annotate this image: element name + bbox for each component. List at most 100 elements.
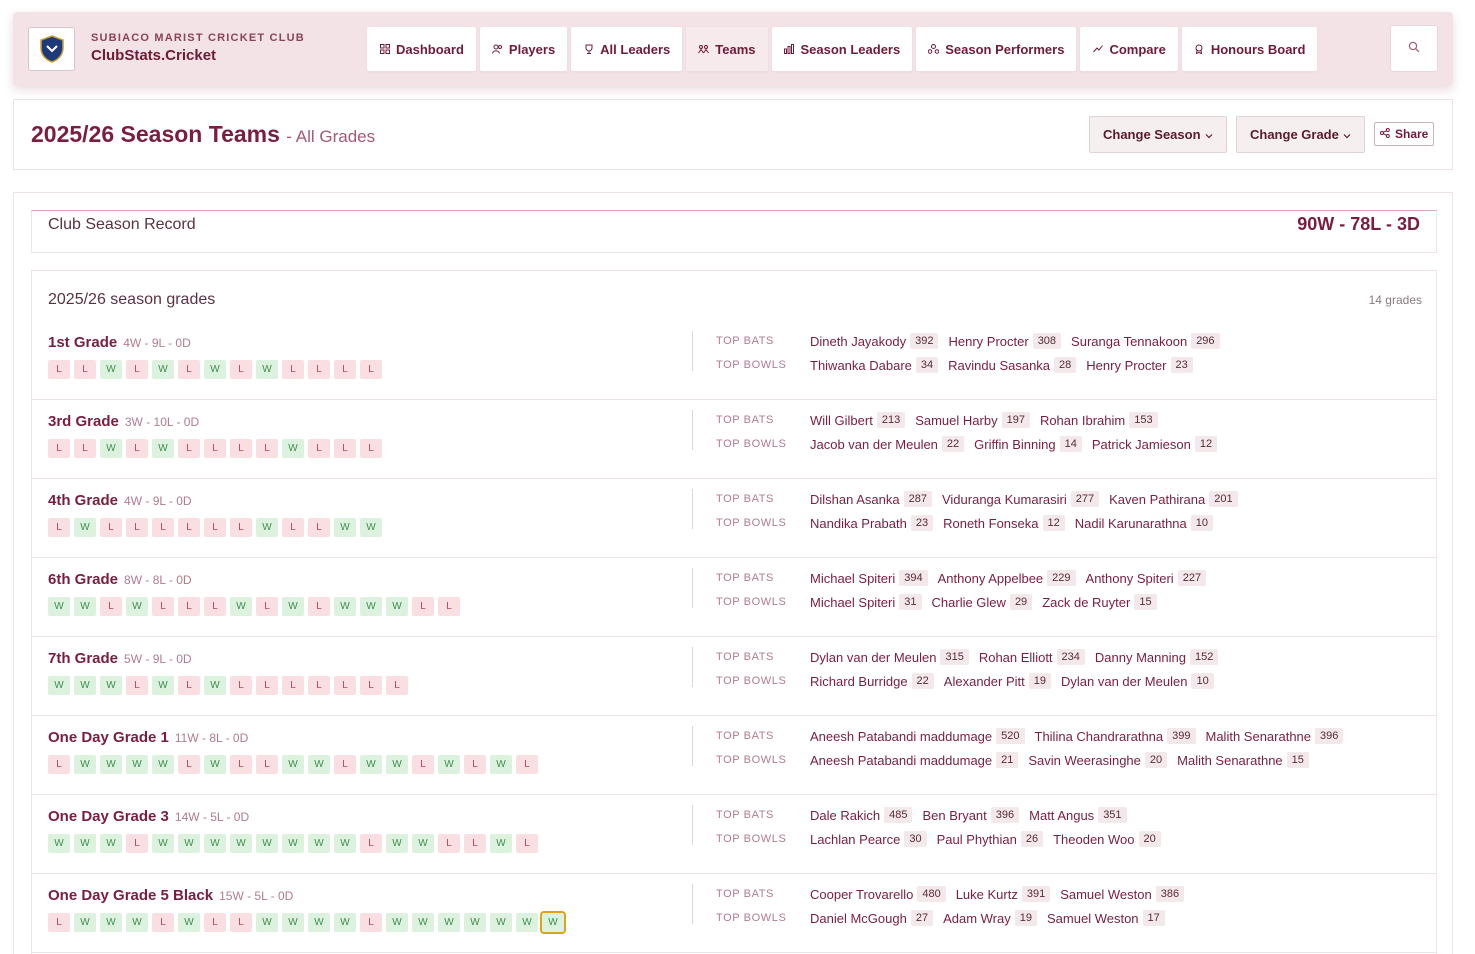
result-win-chip[interactable]: W — [100, 913, 122, 932]
player-name-link[interactable]: Zack de Ruyter — [1042, 595, 1130, 610]
result-win-chip[interactable]: W — [308, 755, 330, 774]
result-loss-chip[interactable]: L — [230, 913, 252, 932]
result-loss-chip[interactable]: L — [230, 755, 252, 774]
result-loss-chip[interactable]: L — [204, 439, 226, 458]
result-win-chip[interactable]: W — [334, 597, 356, 616]
result-win-chip[interactable]: W — [386, 597, 408, 616]
result-loss-chip[interactable]: L — [74, 439, 96, 458]
player-name-link[interactable]: Savin Weerasinghe — [1028, 753, 1141, 768]
result-loss-chip[interactable]: L — [204, 518, 226, 537]
result-win-chip[interactable]: W — [126, 597, 148, 616]
result-win-chip[interactable]: W — [490, 834, 512, 853]
change-season-button[interactable]: Change Season — [1089, 116, 1227, 153]
result-loss-chip[interactable]: L — [178, 360, 200, 379]
result-loss-chip[interactable]: L — [230, 676, 252, 695]
result-loss-chip[interactable]: L — [464, 755, 486, 774]
result-loss-chip[interactable]: L — [308, 676, 330, 695]
result-loss-chip[interactable]: L — [48, 913, 70, 932]
result-win-chip[interactable]: W — [256, 360, 278, 379]
result-loss-chip[interactable]: L — [438, 597, 460, 616]
result-win-chip[interactable]: W — [334, 834, 356, 853]
player-name-link[interactable]: Daniel McGough — [810, 911, 907, 926]
result-win-chip[interactable]: W — [334, 913, 356, 932]
nav-players[interactable]: Players — [479, 27, 568, 71]
result-win-chip[interactable]: W — [282, 439, 304, 458]
result-loss-chip[interactable]: L — [152, 518, 174, 537]
player-name-link[interactable]: Paul Phythian — [937, 832, 1017, 847]
grade-name[interactable]: 7th Grade 5W - 9L - 0D — [48, 650, 192, 667]
nav-teams[interactable]: Teams — [686, 27, 768, 71]
grade-name[interactable]: 1st Grade 4W - 9L - 0D — [48, 334, 191, 351]
result-loss-chip[interactable]: L — [204, 597, 226, 616]
result-win-chip[interactable]: W — [360, 755, 382, 774]
result-loss-chip[interactable]: L — [178, 518, 200, 537]
result-loss-chip[interactable]: L — [256, 676, 278, 695]
result-loss-chip[interactable]: L — [126, 518, 148, 537]
result-win-chip[interactable]: W — [256, 913, 278, 932]
result-win-chip[interactable]: W — [282, 755, 304, 774]
player-name-link[interactable]: Thilina Chandrarathna — [1035, 729, 1164, 744]
nav-honours-board[interactable]: Honours Board — [1181, 27, 1318, 71]
result-loss-chip[interactable]: L — [412, 597, 434, 616]
player-name-link[interactable]: Lachlan Pearce — [810, 832, 900, 847]
result-loss-chip[interactable]: L — [126, 676, 148, 695]
result-loss-chip[interactable]: L — [360, 834, 382, 853]
result-loss-chip[interactable]: L — [464, 834, 486, 853]
result-win-chip[interactable]: W — [386, 834, 408, 853]
result-win-chip[interactable]: W — [74, 913, 96, 932]
player-name-link[interactable]: Luke Kurtz — [956, 887, 1018, 902]
result-win-chip[interactable]: W — [152, 755, 174, 774]
result-win-chip[interactable]: W — [308, 913, 330, 932]
result-win-chip[interactable]: W — [126, 913, 148, 932]
result-loss-chip[interactable]: L — [360, 913, 382, 932]
result-win-chip[interactable]: W — [74, 755, 96, 774]
player-name-link[interactable]: Dale Rakich — [810, 808, 880, 823]
result-loss-chip[interactable]: L — [48, 755, 70, 774]
grade-name[interactable]: 3rd Grade 3W - 10L - 0D — [48, 413, 199, 430]
nav-season-leaders[interactable]: Season Leaders — [771, 27, 913, 71]
site-name[interactable]: ClubStats.Cricket — [91, 47, 216, 64]
result-win-chip[interactable]: W — [412, 834, 434, 853]
player-name-link[interactable]: Anthony Spiteri — [1086, 571, 1174, 586]
result-win-chip[interactable]: W — [152, 360, 174, 379]
result-win-chip[interactable]: W — [464, 913, 486, 932]
result-win-chip[interactable]: W — [256, 518, 278, 537]
result-win-chip[interactable]: W — [540, 911, 566, 934]
result-win-chip[interactable]: W — [204, 755, 226, 774]
result-loss-chip[interactable]: L — [178, 676, 200, 695]
player-name-link[interactable]: Thiwanka Dabare — [810, 358, 912, 373]
result-win-chip[interactable]: W — [282, 597, 304, 616]
player-name-link[interactable]: Jacob van der Meulen — [810, 437, 938, 452]
result-loss-chip[interactable]: L — [230, 360, 252, 379]
result-win-chip[interactable]: W — [282, 834, 304, 853]
result-win-chip[interactable]: W — [74, 676, 96, 695]
result-win-chip[interactable]: W — [152, 439, 174, 458]
result-loss-chip[interactable]: L — [308, 360, 330, 379]
result-win-chip[interactable]: W — [230, 597, 252, 616]
player-name-link[interactable]: Henry Procter — [1086, 358, 1166, 373]
player-name-link[interactable]: Griffin Binning — [974, 437, 1055, 452]
nav-all-leaders[interactable]: All Leaders — [571, 27, 683, 71]
player-name-link[interactable]: Dilshan Asanka — [810, 492, 900, 507]
player-name-link[interactable]: Nandika Prabath — [810, 516, 907, 531]
result-win-chip[interactable]: W — [126, 755, 148, 774]
result-loss-chip[interactable]: L — [308, 439, 330, 458]
result-loss-chip[interactable]: L — [334, 755, 356, 774]
player-name-link[interactable]: Samuel Weston — [1060, 887, 1152, 902]
result-win-chip[interactable]: W — [438, 913, 460, 932]
result-win-chip[interactable]: W — [48, 597, 70, 616]
result-win-chip[interactable]: W — [360, 597, 382, 616]
grade-name[interactable]: 4th Grade 4W - 9L - 0D — [48, 492, 192, 509]
result-loss-chip[interactable]: L — [516, 834, 538, 853]
player-name-link[interactable]: Rohan Ibrahim — [1040, 413, 1125, 428]
player-name-link[interactable]: Adam Wray — [943, 911, 1011, 926]
result-loss-chip[interactable]: L — [438, 834, 460, 853]
result-win-chip[interactable]: W — [178, 834, 200, 853]
result-loss-chip[interactable]: L — [126, 360, 148, 379]
player-name-link[interactable]: Viduranga Kumarasiri — [942, 492, 1067, 507]
result-loss-chip[interactable]: L — [360, 439, 382, 458]
result-win-chip[interactable]: W — [178, 913, 200, 932]
result-loss-chip[interactable]: L — [282, 518, 304, 537]
result-loss-chip[interactable]: L — [100, 518, 122, 537]
result-loss-chip[interactable]: L — [334, 439, 356, 458]
